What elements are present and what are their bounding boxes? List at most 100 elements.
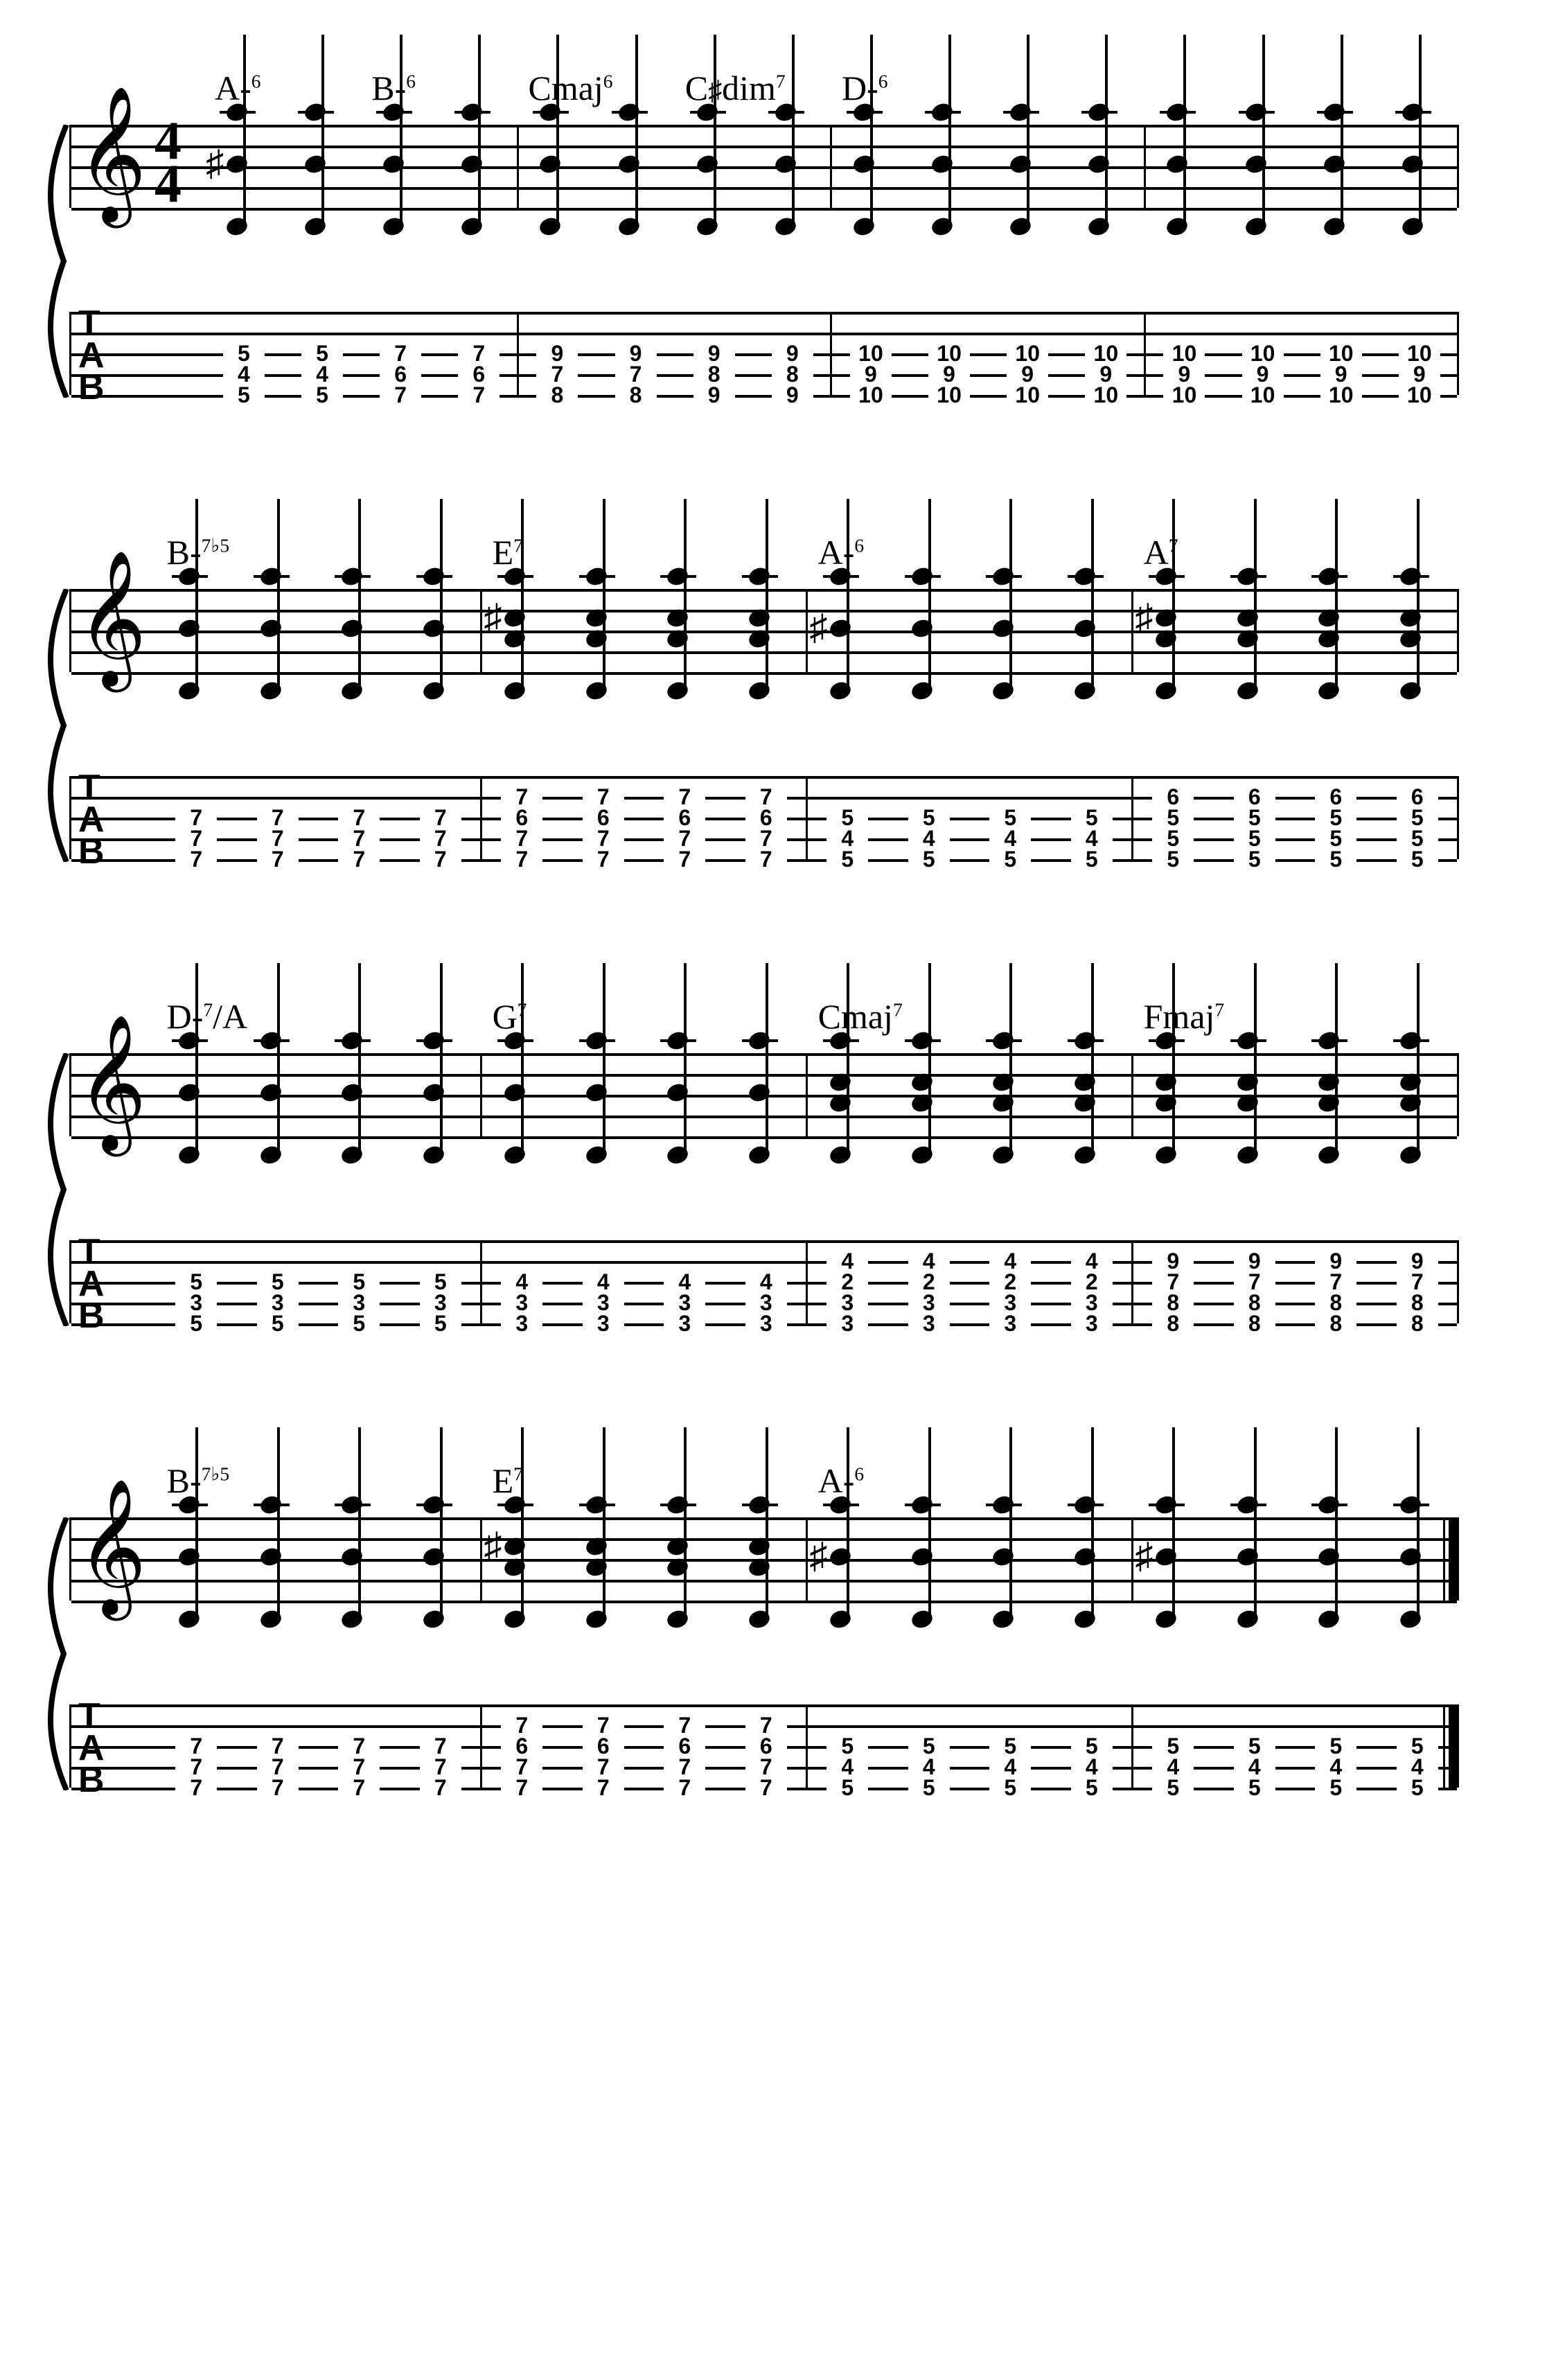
tab-fret-number: 5	[1234, 1736, 1275, 1756]
barline	[1131, 1704, 1133, 1790]
tab-fret-number: 5	[989, 849, 1031, 870]
tab-fret-number: 3	[175, 1292, 217, 1313]
tab-fret-number: 5	[223, 385, 265, 405]
tab-fret-number: 7	[175, 828, 217, 849]
chord-symbol: D-7/A	[167, 996, 248, 1037]
final-barline-thick	[1449, 1517, 1457, 1603]
tab-fret-number: 6	[664, 1736, 705, 1756]
tab-fret-number: 6	[664, 807, 705, 828]
system-brace	[40, 1517, 69, 1790]
tab-fret-number: 7	[501, 786, 542, 807]
tab-fret-number: 5	[1397, 828, 1438, 849]
tab-fret-number: 9	[850, 364, 892, 385]
barline	[1131, 1053, 1133, 1139]
tab-fret-number: 5	[1315, 849, 1356, 870]
tab-fret-number: 7	[257, 849, 299, 870]
tab-fret-number: 5	[175, 1313, 217, 1334]
tab-fret-number: 4	[908, 828, 950, 849]
tab-clef: TAB	[78, 1236, 105, 1332]
tab-fret-number: 5	[1315, 1777, 1356, 1798]
tab-fret-number: 10	[1242, 343, 1284, 364]
tab-fret-number: 7	[583, 1715, 624, 1736]
chord-symbol: A-6	[818, 532, 865, 572]
tab-fret-number: 5	[989, 1777, 1031, 1798]
tab-fret-number: 9	[1085, 364, 1126, 385]
tab-fret-number: 7	[501, 1777, 542, 1798]
tab-staff: TAB5355355355354334334334334233423342334…	[69, 1240, 1459, 1323]
treble-staff: 𝄞D-7/AG7Cmaj7Fmaj7	[69, 1053, 1459, 1136]
accidental: ♯	[484, 597, 502, 638]
tab-fret-number: 10	[1399, 385, 1440, 405]
accidental: ♯	[1135, 1536, 1153, 1577]
tab-fret-number: 2	[1071, 1271, 1113, 1292]
tab-fret-number: 6	[1234, 786, 1275, 807]
tab-fret-number: 7	[501, 828, 542, 849]
tab-fret-number: 3	[501, 1313, 542, 1334]
accidental: ♯	[809, 1536, 827, 1577]
tab-staff: TAB7777777777777677767776777677545545545…	[69, 1704, 1459, 1788]
tab-fret-number: 6	[501, 807, 542, 828]
system: 𝄞D-7/AG7Cmaj7Fmaj7TAB5355355355354334334…	[69, 1053, 1487, 1323]
tab-fret-number: 9	[1007, 364, 1048, 385]
chord-symbol: E7	[493, 532, 523, 572]
tab-fret-number: 3	[745, 1292, 787, 1313]
tab-fret-number: 4	[1152, 1756, 1194, 1777]
tab-fret-number: 9	[536, 343, 578, 364]
tab-fret-number: 8	[615, 385, 657, 405]
tab-fret-number: 9	[693, 385, 735, 405]
tab-fret-number: 7	[501, 849, 542, 870]
tab-fret-number: 10	[928, 385, 970, 405]
tab-fret-number: 5	[826, 849, 868, 870]
tab-fret-number: 6	[380, 364, 421, 385]
treble-staff: 𝄞B-7♭5E7A-6A7♯♯♯	[69, 589, 1459, 672]
tab-fret-number: 3	[664, 1313, 705, 1334]
tab-fret-number: 9	[1242, 364, 1284, 385]
chord-symbol: Fmaj7	[1144, 996, 1225, 1037]
tab-fret-number: 3	[826, 1313, 868, 1334]
tab-clef: TAB	[78, 1700, 105, 1796]
tab-fret-number: 7	[745, 786, 787, 807]
tab-fret-number: 10	[1320, 385, 1362, 405]
tab-fret-number: 4	[501, 1271, 542, 1292]
tab-fret-number: 4	[989, 1251, 1031, 1271]
chord-symbol-row: A-6B-6Cmaj6C♯dim7D-6	[71, 68, 1457, 109]
tab-fret-number: 10	[1242, 385, 1284, 405]
tab-fret-number: 7	[745, 1715, 787, 1736]
tab-fret-number: 9	[1399, 364, 1440, 385]
barline	[517, 125, 519, 211]
chord-symbol: B-6	[371, 68, 416, 108]
tab-fret-number: 3	[420, 1292, 461, 1313]
tab-fret-number: 7	[338, 1777, 380, 1798]
tab-fret-number: 2	[989, 1271, 1031, 1292]
tab-fret-number: 7	[583, 1777, 624, 1798]
tab-fret-number: 5	[1234, 828, 1275, 849]
tab-fret-number: 4	[908, 1756, 950, 1777]
tab-fret-number: 4	[1315, 1756, 1356, 1777]
tab-fret-number: 9	[1163, 364, 1205, 385]
tab-fret-number: 7	[583, 849, 624, 870]
tab-fret-number: 7	[257, 807, 299, 828]
tab-fret-number: 3	[989, 1292, 1031, 1313]
tab-fret-number: 6	[1315, 786, 1356, 807]
barline	[1131, 589, 1133, 675]
sheet-music-page: 𝄞44A-6B-6Cmaj6C♯dim7D-6♯TAB5455457677679…	[0, 0, 1556, 2380]
tab-clef: TAB	[78, 772, 105, 867]
time-signature-denominator: 4	[154, 157, 182, 211]
tab-fret-number: 6	[583, 807, 624, 828]
tab-fret-number: 7	[257, 828, 299, 849]
tab-fret-number: 7	[380, 343, 421, 364]
tab-fret-number: 4	[826, 1251, 868, 1271]
accidental: ♯	[206, 143, 224, 184]
tab-fret-number: 3	[745, 1313, 787, 1334]
tab-fret-number: 10	[1007, 343, 1048, 364]
tab-fret-number: 4	[223, 364, 265, 385]
tab-fret-number: 3	[908, 1313, 950, 1334]
tab-fret-number: 5	[1234, 849, 1275, 870]
tab-fret-number: 6	[458, 364, 499, 385]
tab-fret-number: 8	[1152, 1292, 1194, 1313]
tab-fret-number: 7	[175, 849, 217, 870]
tab-fret-number: 5	[1315, 807, 1356, 828]
tab-fret-number: 7	[583, 1756, 624, 1777]
tab-fret-number: 7	[420, 828, 461, 849]
accidental: ♯	[809, 608, 827, 649]
